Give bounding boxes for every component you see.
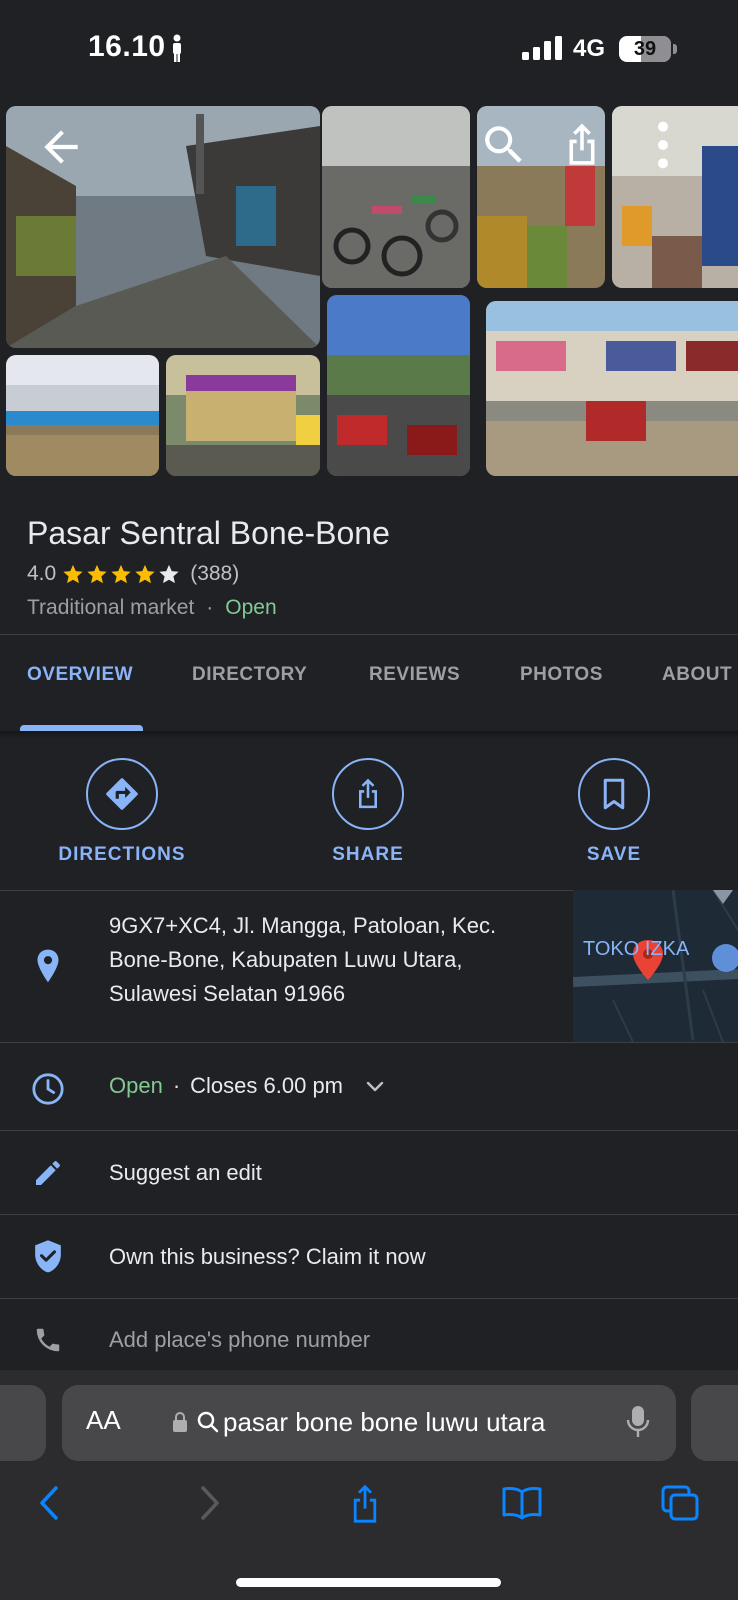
hours-detail: Closes 6.00 pm	[190, 1073, 344, 1098]
clock-icon	[28, 1069, 68, 1109]
bookmarks-button[interactable]	[497, 1480, 547, 1526]
bookmark-icon	[603, 778, 625, 810]
status-bar: 16.10 4G 39	[0, 0, 738, 100]
location-pin-icon	[28, 946, 68, 986]
rating-value: 4.0	[27, 562, 57, 585]
share-button[interactable]: SHARE	[288, 758, 448, 866]
aa-label: AA	[86, 1405, 121, 1435]
browser-back-button[interactable]	[24, 1480, 74, 1526]
star-empty-icon	[159, 564, 179, 584]
category-row: Traditional market · Open	[27, 596, 277, 620]
share-icon	[353, 1484, 377, 1523]
share-icon	[569, 123, 595, 165]
photo-market-building[interactable]	[6, 355, 159, 476]
save-button[interactable]: SAVE	[534, 758, 694, 866]
divider	[0, 1214, 738, 1215]
more-vert-icon	[658, 121, 668, 169]
tabs-button[interactable]	[655, 1480, 705, 1526]
place-name: Pasar Sentral Bone-Bone	[27, 515, 390, 551]
place-category: Traditional market	[27, 596, 195, 619]
browser-forward-button[interactable]	[185, 1480, 235, 1526]
hours-open-status: Open	[109, 1073, 163, 1098]
photo-bicycles[interactable]	[322, 106, 470, 288]
network-label: 4G	[573, 35, 606, 62]
star-icon	[111, 564, 131, 584]
star-icon	[135, 564, 155, 584]
directions-icon	[106, 778, 138, 810]
reader-aa-button[interactable]: AA	[86, 1405, 121, 1436]
share-photo-button[interactable]	[557, 120, 605, 170]
photo-motorbikes[interactable]	[327, 295, 470, 476]
search-button[interactable]	[479, 120, 529, 170]
divider	[0, 1130, 738, 1131]
divider	[0, 634, 738, 635]
share-icon	[359, 778, 377, 809]
edit-pencil-icon	[28, 1153, 68, 1193]
star-rating	[62, 563, 182, 585]
tab-photos[interactable]: PHOTOS	[520, 664, 603, 686]
microphone-icon[interactable]	[626, 1405, 650, 1439]
tab-reviews[interactable]: REVIEWS	[369, 664, 460, 686]
directions-button[interactable]: DIRECTIONS	[42, 758, 202, 866]
photo-storefront[interactable]	[486, 301, 738, 476]
search-icon	[197, 1411, 219, 1433]
tab-about[interactable]: ABOUT	[662, 664, 732, 686]
divider	[0, 1042, 738, 1043]
tab-overview[interactable]: OVERVIEW	[27, 664, 133, 686]
map-place-label: TOKO IZKA	[583, 938, 690, 960]
url-text: pasar bone bone luwu utara	[223, 1407, 546, 1437]
back-button[interactable]	[36, 122, 86, 172]
battery-level: 39	[633, 38, 657, 60]
photo-main[interactable]	[6, 106, 320, 348]
photo-colorful-cart[interactable]	[166, 355, 320, 476]
rating-row[interactable]: 4.0 (388)	[27, 562, 239, 586]
arrow-left-icon	[44, 130, 78, 164]
divider	[0, 1298, 738, 1299]
share-label: SHARE	[332, 844, 404, 865]
chevron-left-icon	[40, 1486, 58, 1520]
save-label: SAVE	[586, 844, 642, 865]
home-indicator	[236, 1578, 501, 1587]
lock-icon	[173, 1412, 187, 1432]
status-time: 16.10	[88, 30, 166, 63]
photo-vendor[interactable]	[612, 106, 738, 288]
previous-tab-pill[interactable]	[0, 1385, 46, 1461]
browser-share-button[interactable]	[340, 1480, 390, 1526]
star-icon	[63, 564, 83, 584]
hours-separator: ·	[172, 1073, 181, 1098]
verified-shield-icon	[28, 1237, 68, 1277]
next-tab-pill[interactable]	[691, 1385, 738, 1461]
more-options-button[interactable]	[638, 120, 688, 170]
battery-icon: 39	[619, 36, 671, 62]
add-phone-link[interactable]: Add place's phone number	[109, 1323, 370, 1357]
review-count: (388)	[190, 562, 240, 585]
claim-business-link[interactable]: Own this business? Claim it now	[109, 1240, 426, 1274]
open-book-icon	[502, 1486, 542, 1520]
search-icon	[485, 126, 522, 163]
star-icon	[87, 564, 107, 584]
tabs-icon	[661, 1485, 699, 1521]
suggest-edit-link[interactable]: Suggest an edit	[109, 1156, 262, 1190]
phone-icon	[28, 1320, 68, 1360]
open-status: Open	[225, 596, 277, 619]
person-icon	[173, 34, 181, 62]
directions-label: DIRECTIONS	[58, 844, 186, 865]
tab-directory[interactable]: DIRECTORY	[192, 664, 307, 686]
chevron-down-icon[interactable]	[363, 1074, 387, 1098]
address-text[interactable]: 9GX7+XC4, Jl. Mangga, Patoloan, Kec. Bon…	[109, 909, 539, 1011]
signal-icon	[522, 36, 562, 60]
photo-stall[interactable]	[477, 106, 605, 288]
mini-map[interactable]: TOKO IZKA	[573, 890, 738, 1042]
hours-row[interactable]: Open · Closes 6.00 pm	[109, 1073, 387, 1099]
chevron-right-icon	[201, 1486, 219, 1520]
separator-dot: ·	[206, 596, 214, 619]
